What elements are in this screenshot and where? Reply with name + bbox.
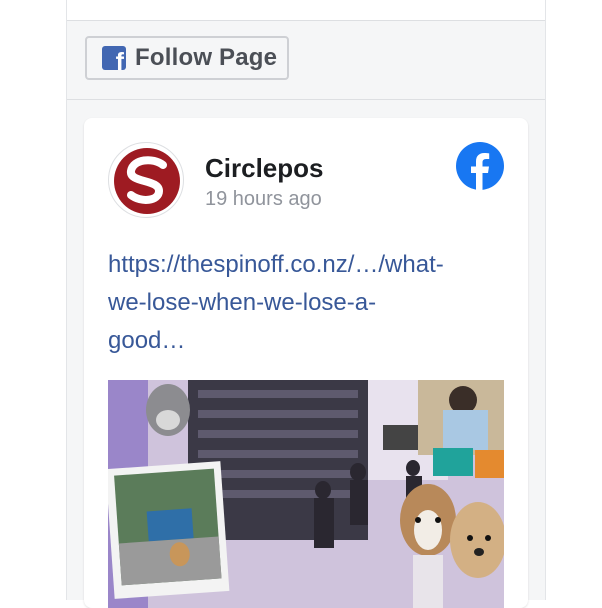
follow-page-label: Follow Page [135,44,278,71]
facebook-logo-icon[interactable] [456,142,504,190]
post-card: Circlepos 19 hours ago https://thespinof… [84,118,528,608]
previous-section-strip [67,0,545,21]
page-name[interactable]: Circlepos [205,153,324,184]
follow-row: f Follow Page [67,21,545,100]
facebook-f-icon: f [102,46,126,70]
follow-page-button[interactable]: f Follow Page [85,36,289,80]
bookshop-collage-image [108,380,504,608]
post-link[interactable]: https://thespinoff.co.nz/…/what- we-lose… [108,246,508,360]
post-image[interactable] [108,380,504,608]
circlepos-logo-icon [114,148,180,214]
post-link-line-1: https://thespinoff.co.nz/…/what- [108,251,444,278]
post-link-line-2: we-lose-when-we-lose-a- [108,289,377,316]
page-avatar[interactable] [108,142,184,218]
facebook-widget-panel: f Follow Page Circlepos 19 hours ago htt… [66,0,546,608]
post-timestamp[interactable]: 19 hours ago [205,188,322,211]
post-link-line-3: good… [108,327,186,354]
